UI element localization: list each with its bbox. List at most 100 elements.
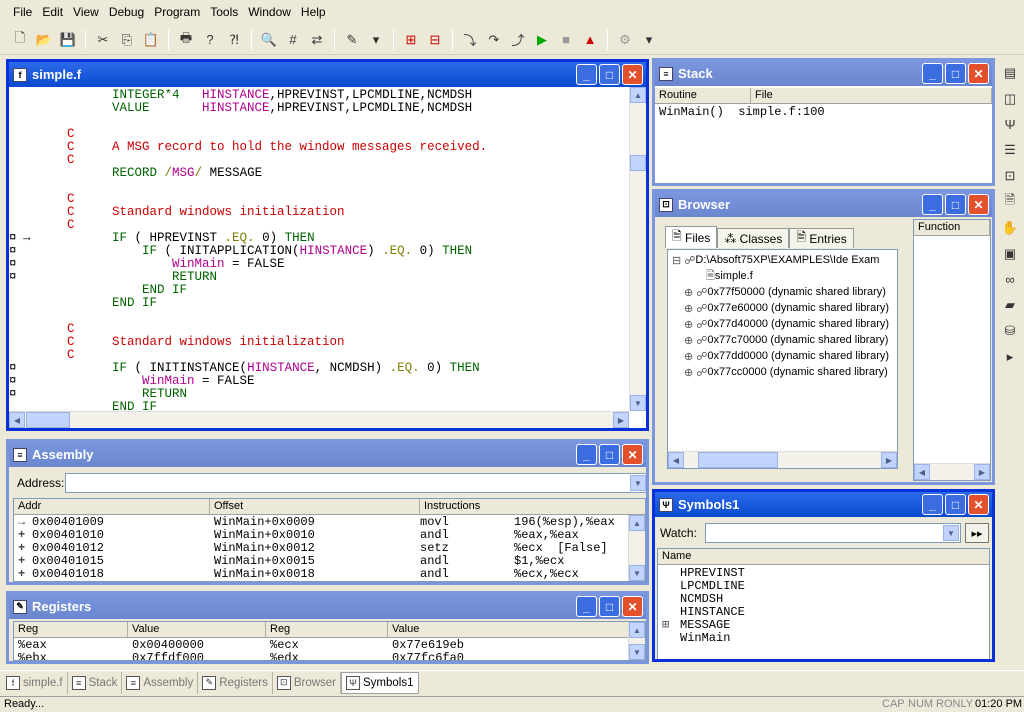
editor-hscrollbar[interactable]: ◀ ▶ [9, 411, 629, 428]
column-header-reg[interactable]: Reg [266, 622, 388, 637]
watch-combo[interactable]: ▼ [705, 523, 961, 543]
column-header-function[interactable]: Function [914, 220, 990, 235]
scroll-left-icon[interactable]: ◀ [668, 452, 684, 468]
scroll-thumb[interactable] [26, 412, 70, 428]
registers-titlebar[interactable]: ✎ Registers _ □ ✕ [9, 594, 646, 619]
close-button[interactable]: ✕ [968, 494, 989, 515]
menu-debug[interactable]: Debug [104, 5, 149, 19]
dropdown-arrow-icon[interactable]: ▼ [943, 525, 959, 541]
new-file-icon[interactable]: 🗋 [10, 30, 30, 50]
close-button[interactable]: ✕ [622, 444, 643, 465]
cylinder-icon[interactable]: ⛁ [1000, 321, 1020, 341]
tree-item[interactable]: ⊕ ☍ 0x77e60000 (dynamic shared library) [672, 300, 889, 316]
symbol-row[interactable]: WinMain [658, 632, 988, 645]
cut-icon[interactable]: ✂ [93, 30, 113, 50]
paste-icon[interactable]: 📋 [141, 30, 161, 50]
menu-view[interactable]: View [68, 5, 104, 19]
context-help-icon[interactable]: ⁈ [224, 30, 244, 50]
dropdown-arrow-icon[interactable]: ▾ [639, 30, 659, 50]
dropdown-arrow-icon[interactable]: ▼ [630, 475, 646, 491]
task-assembly[interactable]: ≡ Assembly [122, 671, 199, 694]
assembly-vscrollbar[interactable]: ▲ ▼ [628, 515, 645, 581]
column-header-file[interactable]: File [751, 88, 992, 103]
run-icon[interactable]: ▶ [532, 30, 552, 50]
list-icon[interactable]: ☰ [1000, 140, 1020, 160]
windows-icon[interactable]: ▤ [1000, 63, 1020, 83]
scroll-right-icon[interactable]: ▶ [974, 464, 990, 480]
print-icon[interactable]: 🖶 [176, 30, 196, 50]
code-area[interactable]: INTEGER*4 HINSTANCE,HPREVINST,LPCMDLINE,… [9, 89, 629, 413]
menu-file[interactable]: File [8, 5, 37, 19]
tree-item[interactable]: ⊕ ☍ 0x77d40000 (dynamic shared library) [672, 316, 889, 332]
column-header-offset[interactable]: Offset [210, 499, 420, 514]
code-line[interactable]: C A MSG record to hold the window messag… [9, 141, 487, 154]
column-header-value[interactable]: Value [128, 622, 266, 637]
maximize-button[interactable]: □ [599, 64, 620, 85]
find-icon[interactable]: 🔍 [259, 30, 279, 50]
code-line[interactable]: END IF [9, 297, 157, 310]
tree-item[interactable]: ⊟ ☍ D:\Absoft75XP\EXAMPLES\Ide Exam [672, 252, 879, 268]
watch-add-button[interactable]: ▸▸ [965, 523, 989, 543]
address-combo[interactable]: ▼ [65, 473, 646, 493]
column-header-value[interactable]: Value [388, 622, 630, 637]
symbols-titlebar[interactable]: Ψ Symbols1 _ □ ✕ [655, 492, 992, 517]
breakpoint-icon[interactable]: ▲ [580, 30, 600, 50]
minimize-button[interactable]: _ [922, 494, 943, 515]
build-icon[interactable]: ⊞ [401, 30, 421, 50]
tree-hscrollbar[interactable]: ◀ ▶ [668, 451, 897, 468]
scroll-left-icon[interactable]: ◀ [914, 464, 930, 480]
task-stack[interactable]: ≡ Stack [68, 671, 123, 694]
minimize-button[interactable]: _ [576, 596, 597, 617]
step-out-icon[interactable]: ⤴ [508, 30, 528, 50]
scroll-down-icon[interactable]: ▼ [629, 644, 645, 660]
menu-edit[interactable]: Edit [37, 5, 68, 19]
editor-vscrollbar[interactable]: ▲ ▼ [629, 87, 646, 411]
assembly-list[interactable]: Addr Offset Instructions → 0x00401009 WinM… [13, 498, 646, 582]
symbols-list[interactable]: Name HPREVINST LPCMDLINE NCMDSH HINSTANCE ⊞ M… [657, 548, 990, 659]
editor-titlebar[interactable]: f simple.f _ □ ✕ [9, 62, 646, 87]
expand-icon[interactable]: ⊞ [662, 619, 669, 632]
task-symbols1[interactable]: Ψ Symbols1 [341, 671, 419, 694]
close-button[interactable]: ✕ [968, 63, 989, 84]
scroll-thumb[interactable] [698, 452, 778, 468]
register-row[interactable]: %ebx 0x7ffdf000 %edx 0x77fc6fa0 [14, 652, 628, 661]
minimize-button[interactable]: _ [922, 63, 943, 84]
maximize-button[interactable]: □ [599, 596, 620, 617]
menu-window[interactable]: Window [243, 5, 296, 19]
column-header-routine[interactable]: Routine [655, 88, 751, 103]
file-tree[interactable]: ⊟ ☍ D:\Absoft75XP\EXAMPLES\Ide Exam 🗎 sim… [667, 249, 898, 469]
minimize-button[interactable]: _ [576, 64, 597, 85]
dropdown-arrow-icon[interactable]: ▾ [366, 30, 386, 50]
scroll-right-icon[interactable]: ▶ [881, 452, 897, 468]
menu-tools[interactable]: Tools [205, 5, 243, 19]
function-hscrollbar[interactable]: ◀ ▶ [914, 463, 990, 480]
assembly-row[interactable]: +0x0040101 WinMain+0x001 j WinMain+0x0055 [18, 581, 615, 582]
scroll-right-icon[interactable]: ▶ [613, 412, 629, 428]
close-button[interactable]: ✕ [622, 64, 643, 85]
task-simple-f[interactable]: f simple.f [2, 671, 68, 694]
browser-titlebar[interactable]: ⊡ Browser _ □ ✕ [655, 192, 992, 217]
scroll-thumb[interactable] [630, 155, 646, 171]
task-browser[interactable]: ⊡ Browser [273, 671, 342, 694]
browser-icon[interactable]: ⊡ [1000, 166, 1020, 186]
register-row[interactable]: %eax 0x00400000 %ecx 0x77e619eb [14, 639, 628, 652]
tree-item[interactable]: ⊕ ☍ 0x77dd0000 (dynamic shared library) [672, 348, 889, 364]
step-over-icon[interactable]: ↷ [484, 30, 504, 50]
tile-icon[interactable]: ◫ [1000, 89, 1020, 109]
column-header-reg[interactable]: Reg [14, 622, 128, 637]
help-icon[interactable]: ? [200, 30, 220, 50]
save-icon[interactable]: 💾 [58, 30, 78, 50]
code-line[interactable] [9, 180, 37, 193]
scroll-up-icon[interactable]: ▲ [630, 87, 646, 103]
maximize-button[interactable]: □ [945, 194, 966, 215]
open-folder-icon[interactable]: 📂 [34, 30, 54, 50]
column-header-addr[interactable]: Addr [14, 499, 210, 514]
tab-files[interactable]: 🗎 Files [665, 226, 718, 248]
close-button[interactable]: ✕ [622, 596, 643, 617]
step-into-icon[interactable]: ⤵ [460, 30, 480, 50]
assembly-titlebar[interactable]: ≡ Assembly _ □ ✕ [9, 442, 646, 467]
maximize-button[interactable]: □ [945, 494, 966, 515]
marker-icon[interactable]: ✎ [342, 30, 362, 50]
registers-list[interactable]: Reg Value Reg Value %eax 0x00400000 %ecx 0x… [13, 621, 646, 661]
copy-icon[interactable]: ⎘ [117, 30, 137, 50]
